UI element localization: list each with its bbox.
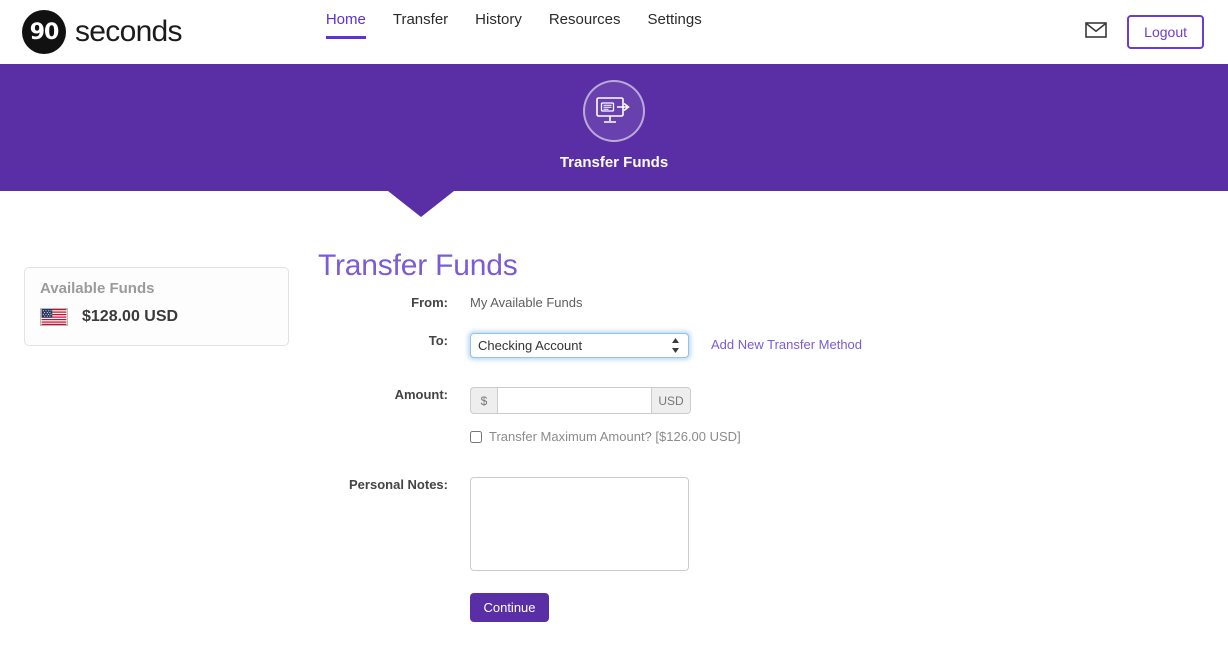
form-row-max-amount: Transfer Maximum Amount? [$126.00 USD] (280, 429, 741, 444)
amount-input-group: $ USD (470, 387, 691, 414)
site-header: 90 seconds Home Transfer History Resourc… (0, 0, 1228, 64)
nav-item-history[interactable]: History (475, 10, 522, 39)
from-value: My Available Funds (470, 295, 583, 310)
form-row-notes: Personal Notes: (280, 477, 689, 571)
available-funds-title: Available Funds (40, 280, 155, 297)
nav-item-home[interactable]: Home (325, 10, 366, 39)
max-amount-checkbox-row: Transfer Maximum Amount? [$126.00 USD] (470, 429, 741, 444)
banner-pointer-arrow (388, 191, 454, 217)
page-banner: Transfer Funds (0, 64, 1228, 217)
page-title: Transfer Funds (318, 249, 518, 282)
currency-code-addon: USD (652, 387, 691, 414)
continue-button[interactable]: Continue (470, 593, 549, 622)
money-transfer-screen-icon (583, 80, 645, 142)
nav-item-transfer[interactable]: Transfer (393, 10, 448, 39)
amount-input[interactable] (497, 387, 652, 414)
nav-item-resources[interactable]: Resources (549, 10, 621, 39)
form-row-submit: Continue (280, 593, 549, 622)
available-funds-card: Available Funds $128.00 USD (24, 267, 289, 346)
transfer-method-select[interactable]: Checking Account (470, 333, 689, 358)
available-funds-amount: $128.00 USD (82, 308, 179, 325)
form-row-from: From: My Available Funds (280, 295, 583, 310)
add-new-transfer-method-link[interactable]: Add New Transfer Method (711, 333, 862, 352)
form-row-to: To: Checking Account Add New Transfer Me… (280, 333, 862, 358)
main-navigation: Home Transfer History Resources Settings (325, 10, 702, 54)
banner-title: Transfer Funds (559, 154, 669, 171)
transfer-maximum-amount-label[interactable]: Transfer Maximum Amount? [$126.00 USD] (489, 429, 741, 444)
to-label: To: (428, 333, 448, 348)
transfer-maximum-amount-checkbox[interactable] (470, 430, 482, 443)
form-row-amount: Amount: $ USD (280, 387, 691, 414)
header-actions: Logout (1085, 0, 1204, 64)
brand-logo-text: seconds (75, 15, 183, 48)
us-flag-icon (40, 308, 68, 326)
from-label: From: (411, 295, 448, 310)
personal-notes-textarea[interactable] (470, 477, 689, 571)
currency-symbol-addon: $ (470, 387, 497, 414)
personal-notes-label: Personal Notes: (349, 477, 448, 492)
logout-button[interactable]: Logout (1127, 15, 1204, 49)
transfer-method-select-wrap: Checking Account (470, 333, 689, 358)
envelope-icon[interactable] (1085, 21, 1107, 43)
amount-label: Amount: (394, 387, 448, 402)
brand-logo[interactable]: 90 seconds (22, 10, 183, 54)
ninety-seconds-logo-icon: 90 (22, 10, 66, 54)
nav-item-settings[interactable]: Settings (648, 10, 702, 39)
available-funds-row: $128.00 USD (40, 308, 178, 326)
